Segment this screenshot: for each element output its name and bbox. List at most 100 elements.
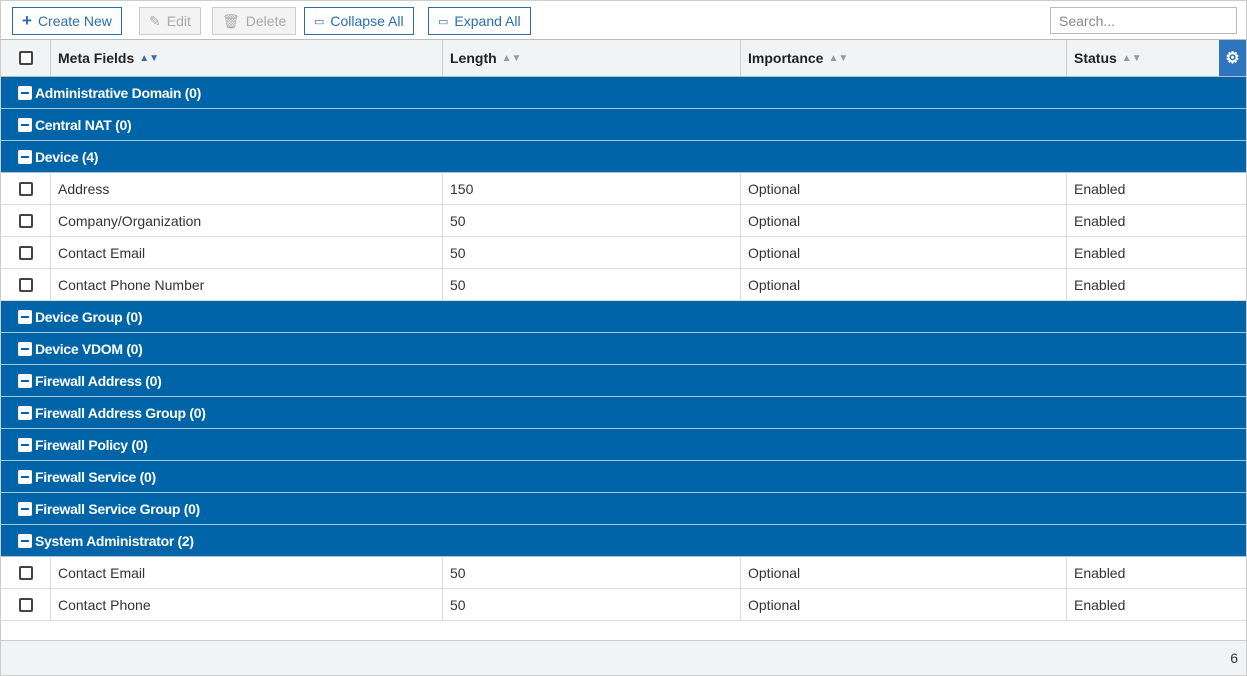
importance-value: Optional	[748, 276, 801, 293]
table-row[interactable]: Company/Organization 50 Optional Enabled	[1, 205, 1246, 237]
group-row[interactable]: Central NAT (0)	[1, 109, 1246, 141]
collapse-minus-icon[interactable]	[18, 341, 32, 356]
sort-icon: ▲▼	[139, 52, 160, 64]
collapse-minus-icon[interactable]	[18, 373, 32, 388]
group-label: Firewall Service (0)	[35, 468, 156, 485]
table-row[interactable]: Address 150 Optional Enabled	[1, 173, 1246, 205]
meta-field-name: Contact Phone Number	[58, 276, 205, 293]
column-length[interactable]: Length ▲▼	[443, 40, 741, 76]
meta-field-name: Contact Phone	[58, 596, 151, 613]
length-value: 50	[450, 564, 466, 581]
collapse-minus-icon[interactable]	[18, 149, 32, 164]
row-checkbox[interactable]	[18, 213, 33, 228]
importance-value: Optional	[748, 180, 801, 197]
collapse-minus-icon[interactable]	[18, 117, 32, 132]
group-row[interactable]: Administrative Domain (0)	[1, 77, 1246, 109]
expand-all-label: Expand All	[454, 13, 521, 29]
footer: 6	[1, 640, 1246, 675]
group-label: Device VDOM (0)	[35, 340, 143, 357]
group-row[interactable]: Device (4)	[1, 141, 1246, 173]
status-value: Enabled	[1074, 212, 1126, 229]
delete-button[interactable]: 🗑 Delete	[212, 7, 297, 35]
group-row[interactable]: Device Group (0)	[1, 301, 1246, 333]
delete-label: Delete	[245, 13, 287, 29]
meta-field-name: Company/Organization	[58, 212, 202, 229]
column-label: Importance	[748, 50, 824, 66]
collapse-minus-icon[interactable]	[18, 309, 32, 324]
column-status[interactable]: Status ▲▼ ⚙	[1067, 40, 1246, 76]
collapse-minus-icon[interactable]	[18, 469, 32, 484]
status-value: Enabled	[1074, 180, 1126, 197]
importance-value: Optional	[748, 564, 801, 581]
edit-label: Edit	[166, 13, 191, 29]
row-checkbox[interactable]	[18, 277, 33, 292]
row-checkbox[interactable]	[18, 245, 33, 260]
group-row[interactable]: Firewall Address (0)	[1, 365, 1246, 397]
trash-icon: 🗑	[222, 12, 240, 29]
length-value: 50	[450, 244, 466, 261]
group-row[interactable]: Device VDOM (0)	[1, 333, 1246, 365]
column-label: Meta Fields	[58, 50, 135, 66]
group-row[interactable]: Firewall Service Group (0)	[1, 493, 1246, 525]
group-row[interactable]: Firewall Policy (0)	[1, 429, 1246, 461]
status-value: Enabled	[1074, 276, 1126, 293]
search-input[interactable]	[1050, 7, 1237, 34]
group-label: Administrative Domain (0)	[35, 84, 201, 101]
row-checkbox[interactable]	[18, 597, 33, 612]
collapse-all-button[interactable]: ▭ Collapse All	[304, 7, 414, 35]
gear-icon[interactable]: ⚙	[1219, 40, 1246, 76]
group-label: Firewall Service Group (0)	[35, 500, 200, 517]
sort-icon: ▲▼	[1121, 52, 1142, 64]
meta-field-name: Contact Email	[58, 564, 146, 581]
group-label: Device Group (0)	[35, 308, 143, 325]
toolbar: + Create New ✎ Edit 🗑 Delete ▭ Collapse All …	[1, 1, 1246, 40]
importance-value: Optional	[748, 596, 801, 613]
group-row[interactable]: Firewall Service (0)	[1, 461, 1246, 493]
group-label: Firewall Address (0)	[35, 372, 162, 389]
plus-icon: +	[22, 11, 32, 30]
create-new-label: Create New	[37, 13, 112, 29]
meta-field-name: Contact Email	[58, 244, 146, 261]
column-label: Status	[1074, 50, 1117, 66]
table-header: Meta Fields ▲▼ Length ▲▼ Importance ▲▼ Stat…	[1, 40, 1246, 77]
importance-value: Optional	[748, 244, 801, 261]
group-label: Firewall Address Group (0)	[35, 404, 206, 421]
table-row[interactable]: Contact Email 50 Optional Enabled	[1, 237, 1246, 269]
table-row[interactable]: Contact Phone Number 50 Optional Enabled	[1, 269, 1246, 301]
column-importance[interactable]: Importance ▲▼	[741, 40, 1067, 76]
sort-icon: ▲▼	[501, 52, 522, 64]
group-label: Device (4)	[35, 148, 99, 165]
table-body: Administrative Domain (0) Central NAT (0)…	[1, 77, 1246, 621]
length-value: 150	[450, 180, 474, 197]
group-row[interactable]: System Administrator (2)	[1, 525, 1246, 557]
row-checkbox[interactable]	[18, 181, 33, 196]
table-row[interactable]: Contact Email 50 Optional Enabled	[1, 557, 1246, 589]
collapse-minus-icon[interactable]	[18, 437, 32, 452]
table-row[interactable]: Contact Phone 50 Optional Enabled	[1, 589, 1246, 621]
edit-icon: ✎	[149, 12, 161, 29]
row-checkbox[interactable]	[18, 565, 33, 580]
column-label: Length	[450, 50, 497, 66]
sort-icon: ▲▼	[828, 52, 849, 64]
collapse-minus-icon[interactable]	[18, 533, 32, 548]
collapse-minus-icon[interactable]	[18, 501, 32, 516]
length-value: 50	[450, 212, 466, 229]
length-value: 50	[450, 276, 466, 293]
row-count: 6	[1230, 650, 1238, 666]
status-value: Enabled	[1074, 244, 1126, 261]
group-label: System Administrator (2)	[35, 532, 194, 549]
collapse-minus-icon[interactable]	[18, 405, 32, 420]
create-new-button[interactable]: + Create New	[12, 7, 122, 35]
meta-field-name: Address	[58, 180, 110, 197]
group-label: Firewall Policy (0)	[35, 436, 148, 453]
group-row[interactable]: Firewall Address Group (0)	[1, 397, 1246, 429]
importance-value: Optional	[748, 212, 801, 229]
select-all-checkbox[interactable]	[18, 51, 33, 65]
status-value: Enabled	[1074, 564, 1126, 581]
expand-all-button[interactable]: ▭ Expand All	[428, 7, 531, 35]
edit-button[interactable]: ✎ Edit	[139, 7, 201, 35]
expand-icon: ▭	[438, 15, 449, 28]
column-meta-fields[interactable]: Meta Fields ▲▼	[51, 40, 443, 76]
collapse-icon: ▭	[314, 15, 325, 28]
collapse-minus-icon[interactable]	[18, 85, 32, 100]
